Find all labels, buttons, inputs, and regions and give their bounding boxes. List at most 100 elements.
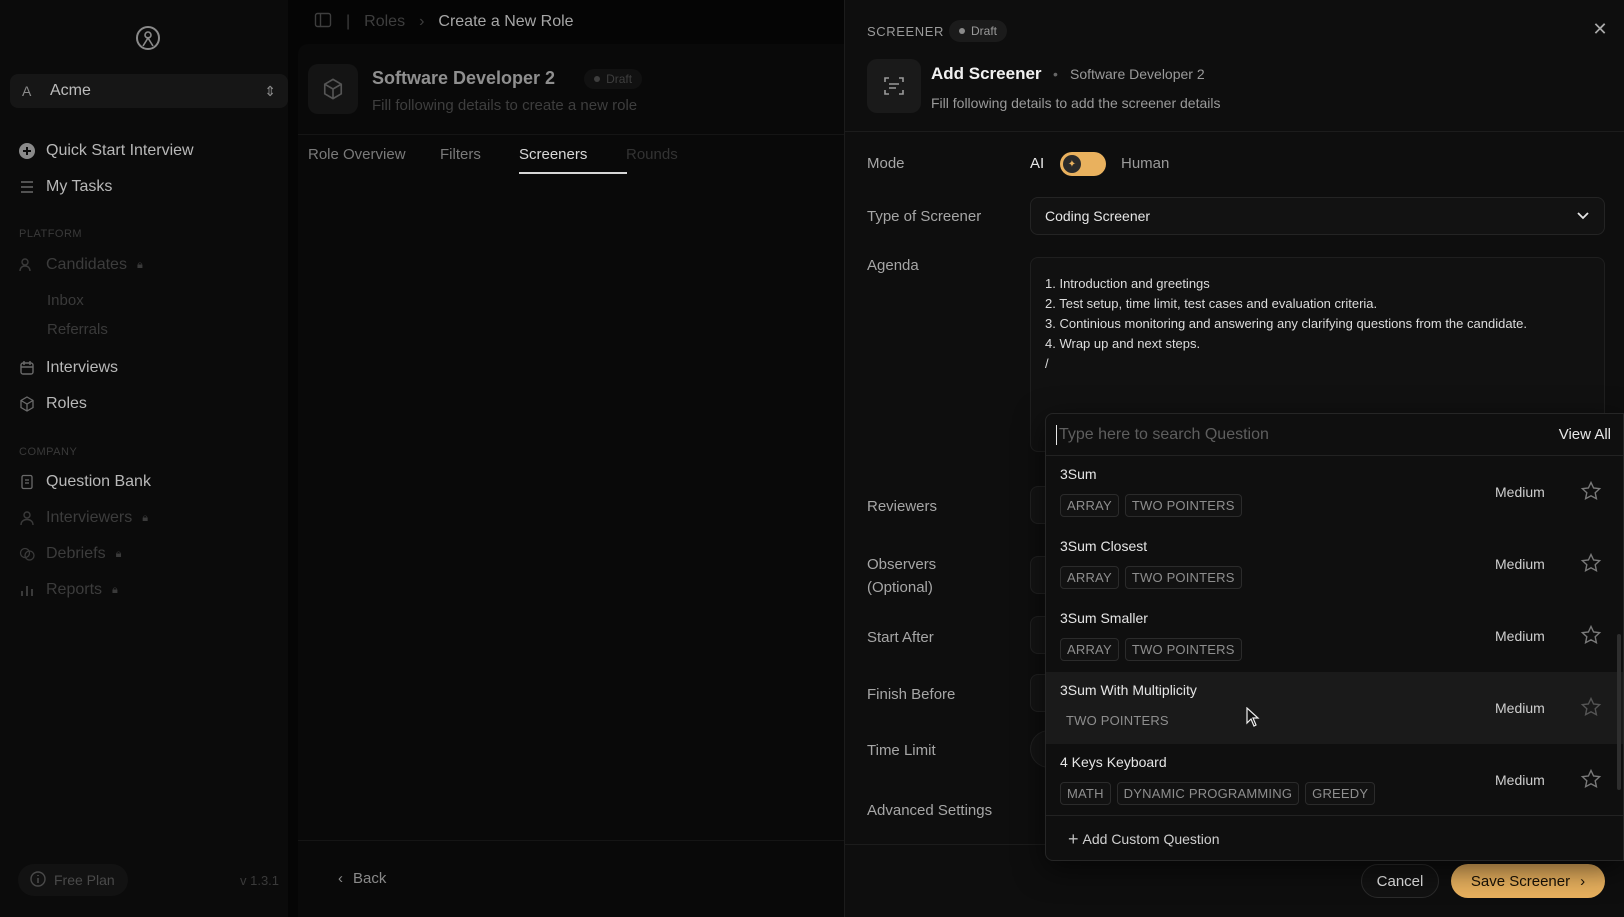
agenda-line: 2. Test setup, time limit, test cases an… bbox=[1045, 296, 1378, 311]
star-icon[interactable] bbox=[1580, 480, 1602, 502]
sidebar-item-candidates[interactable]: Candidates 🔒︎ bbox=[18, 256, 143, 274]
start-after-label: Start After bbox=[867, 629, 934, 646]
question-tags: ARRAY TWO POINTERS bbox=[1060, 494, 1242, 517]
section-label-company: COMPANY bbox=[19, 446, 78, 458]
bar-chart-icon bbox=[18, 581, 36, 599]
role-title-row: Software Developer 2 Draft bbox=[372, 68, 643, 90]
sidebar-item-label: Interviews bbox=[46, 359, 119, 376]
star-icon[interactable] bbox=[1580, 552, 1602, 574]
workspace-initial: A bbox=[22, 83, 32, 99]
question-tags: ARRAY TWO POINTERS bbox=[1060, 566, 1242, 589]
back-button[interactable]: ‹ Back bbox=[338, 870, 386, 887]
list-item[interactable]: 3Sum Smaller ARRAY TWO POINTERS Medium bbox=[1046, 600, 1623, 672]
reviewers-label: Reviewers bbox=[867, 498, 938, 515]
agenda-line: / bbox=[1045, 356, 1049, 371]
sidebar-item-interviews[interactable]: Interviews bbox=[18, 359, 118, 377]
list-item[interactable]: 3Sum With Multiplicity TWO POINTERS Medi… bbox=[1046, 672, 1623, 744]
close-icon[interactable]: ✕ bbox=[1589, 18, 1611, 40]
sparkle-icon: ✦ bbox=[1063, 155, 1081, 173]
plan-label: Free Plan bbox=[54, 872, 115, 888]
divider bbox=[845, 131, 1624, 132]
chevron-down-icon bbox=[1576, 208, 1590, 225]
sidebar-item-label: Reports bbox=[46, 581, 103, 598]
list-icon bbox=[18, 178, 36, 196]
question-name: 3Sum With Multiplicity bbox=[1060, 682, 1197, 698]
tab-rounds[interactable]: Rounds bbox=[626, 146, 678, 163]
sidebar-item-reports[interactable]: Reports 🔒︎ bbox=[18, 581, 118, 599]
tag: DYNAMIC PROGRAMMING bbox=[1116, 782, 1300, 805]
divider bbox=[298, 840, 844, 841]
star-icon[interactable] bbox=[1580, 768, 1602, 790]
tag: ARRAY bbox=[1060, 566, 1119, 589]
save-label: Save Screener bbox=[1470, 872, 1571, 890]
cube-icon bbox=[18, 395, 36, 413]
select-value: Coding Screener bbox=[1045, 208, 1151, 224]
tab-role-overview[interactable]: Role Overview bbox=[308, 146, 406, 163]
plus-circle-icon bbox=[18, 142, 36, 160]
sidebar-item-label: Interviewers bbox=[46, 509, 133, 526]
drawer-label: SCREENER bbox=[867, 24, 945, 39]
chat-icon bbox=[18, 545, 36, 563]
add-custom-question-button[interactable]: + Add Custom Question bbox=[1046, 815, 1623, 860]
sidebar-item-quick-start[interactable]: Quick Start Interview bbox=[18, 142, 194, 160]
star-icon[interactable] bbox=[1580, 624, 1602, 646]
role-header: Software Developer 2 Draft Fill followin… bbox=[308, 64, 643, 114]
sidebar-toggle-icon[interactable] bbox=[314, 11, 332, 34]
view-all-link[interactable]: View All bbox=[1559, 426, 1611, 443]
lock-icon: 🔒︎ bbox=[136, 258, 143, 271]
mode-toggle[interactable]: ✦ bbox=[1060, 152, 1106, 176]
drawer-role-name: Software Developer 2 bbox=[1070, 66, 1205, 82]
main-panel: Software Developer 2 Draft Fill followin… bbox=[298, 44, 844, 917]
tag: GREEDY bbox=[1305, 782, 1376, 805]
tab-screeners[interactable]: Screeners bbox=[519, 146, 587, 163]
time-limit-label: Time Limit bbox=[867, 742, 936, 759]
cube-icon bbox=[308, 64, 358, 114]
active-tab-indicator bbox=[519, 172, 627, 174]
question-search-bar: View All bbox=[1046, 414, 1623, 456]
sidebar-item-interviewers[interactable]: Interviewers 🔒︎ bbox=[18, 509, 148, 527]
cancel-button[interactable]: Cancel bbox=[1361, 864, 1439, 898]
question-list: 3Sum ARRAY TWO POINTERS Medium 3Sum Clos… bbox=[1046, 456, 1623, 816]
sidebar-item-label: Candidates bbox=[46, 256, 127, 273]
status-label: Draft bbox=[606, 72, 633, 87]
sidebar-item-debriefs[interactable]: Debriefs 🔒︎ bbox=[18, 545, 121, 563]
workspace-switcher[interactable]: A Acme ⇕ bbox=[10, 74, 288, 108]
sidebar-item-label: My Tasks bbox=[46, 178, 113, 195]
agenda-line: 1. Introduction and greetings bbox=[1045, 276, 1210, 291]
drawer-title: Add Screener bbox=[931, 64, 1042, 83]
scan-text-icon bbox=[867, 59, 921, 113]
sidebar-subitem-referrals[interactable]: Referrals bbox=[47, 321, 108, 338]
advanced-settings-label[interactable]: Advanced Settings bbox=[867, 800, 992, 822]
status-badge: Draft bbox=[584, 69, 643, 90]
breadcrumb: | Roles › Create a New Role bbox=[288, 0, 844, 44]
tab-filters[interactable]: Filters bbox=[440, 146, 481, 163]
plus-icon: + bbox=[1068, 828, 1079, 849]
sidebar-item-roles[interactable]: Roles bbox=[18, 395, 87, 413]
chevron-right-icon: › bbox=[1580, 872, 1586, 890]
tag: MATH bbox=[1060, 782, 1111, 805]
sidebar-subitem-inbox[interactable]: Inbox bbox=[47, 292, 84, 309]
question-name: 4 Keys Keyboard bbox=[1060, 754, 1167, 770]
mode-ai-label: AI bbox=[1030, 155, 1045, 172]
drawer-subtitle: Fill following details to add the screen… bbox=[931, 95, 1221, 111]
save-screener-button[interactable]: Save Screener › bbox=[1451, 864, 1605, 898]
info-icon bbox=[30, 870, 46, 890]
sidebar-item-my-tasks[interactable]: My Tasks bbox=[18, 178, 112, 196]
finish-before-label: Finish Before bbox=[867, 686, 956, 703]
app-logo-icon bbox=[136, 26, 160, 50]
scrollbar[interactable] bbox=[1617, 634, 1621, 790]
question-search-input[interactable] bbox=[1059, 425, 1499, 444]
list-item[interactable]: 3Sum ARRAY TWO POINTERS Medium bbox=[1046, 456, 1623, 528]
status-label: Draft bbox=[971, 24, 998, 38]
plan-badge[interactable]: Free Plan bbox=[18, 864, 128, 896]
list-item[interactable]: 4 Keys Keyboard MATH DYNAMIC PROGRAMMING… bbox=[1046, 744, 1623, 816]
sidebar-item-question-bank[interactable]: Question Bank bbox=[18, 473, 151, 491]
sidebar-item-label: Debriefs bbox=[46, 545, 106, 562]
agenda-line: 4. Wrap up and next steps. bbox=[1045, 336, 1201, 351]
question-tags: MATH DYNAMIC PROGRAMMING GREEDY bbox=[1060, 782, 1376, 805]
star-icon[interactable] bbox=[1580, 696, 1602, 718]
list-item[interactable]: 3Sum Closest ARRAY TWO POINTERS Medium bbox=[1046, 528, 1623, 600]
question-name: 3Sum bbox=[1060, 466, 1097, 482]
screener-type-select[interactable]: Coding Screener bbox=[1030, 197, 1605, 235]
breadcrumb-roles[interactable]: Roles bbox=[364, 13, 405, 31]
